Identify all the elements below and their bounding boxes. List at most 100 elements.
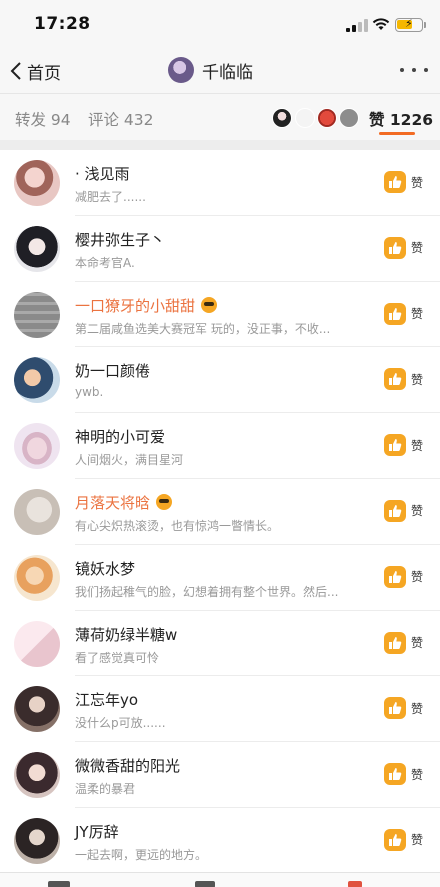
thumbs-up-icon	[384, 499, 406, 522]
thumbs-up-icon	[384, 565, 406, 588]
user-bio: 看了感觉真可怜	[75, 650, 160, 665]
status-bar: 17:28 ⚡	[0, 0, 440, 48]
like-button[interactable]: 赞	[384, 763, 423, 786]
cellular-signal-icon	[346, 19, 368, 32]
like-button[interactable]: 赞	[384, 499, 423, 522]
like-button[interactable]: 赞	[384, 828, 424, 851]
user-bio: 没什么p可放......	[75, 716, 166, 731]
user-avatar[interactable]	[14, 752, 60, 799]
vip-badge-icon	[156, 494, 173, 511]
vip-badge-icon	[201, 297, 218, 314]
user-name-text: 樱井弥生子丶	[75, 230, 166, 249]
thumbs-up-icon	[384, 368, 406, 391]
user-name-text: 神明的小可爱	[75, 428, 166, 447]
thumbs-up-icon	[384, 828, 406, 851]
user-bio: 第二届咸鱼选美大赛冠军 玩的，没正事，不收...	[75, 321, 331, 336]
tab-comment[interactable]: 评论 432	[88, 108, 154, 130]
user-bio: 我们扬起稚气的脸，幻想着拥有整个世界。然后...	[75, 584, 339, 599]
post-author[interactable]: 千临临	[168, 57, 253, 83]
like-label: 赞	[411, 833, 424, 848]
like-label: 赞	[411, 307, 424, 322]
user-row[interactable]: 微微香甜的阳光 温柔的暴君 赞	[0, 742, 440, 808]
user-row[interactable]: 镜妖水梦 我们扬起稚气的脸，幻想着拥有整个世界。然后... 赞	[0, 544, 440, 611]
like-button[interactable]: 赞	[384, 565, 424, 588]
user-row[interactable]: 奶一口颜倦 ywb. 赞	[0, 347, 440, 414]
wifi-icon	[372, 18, 390, 30]
repost-icon[interactable]	[48, 881, 70, 887]
more-options-button[interactable]	[400, 60, 428, 80]
like-button[interactable]: 赞	[384, 236, 423, 259]
like-icon[interactable]	[348, 881, 362, 887]
like-button[interactable]: 赞	[384, 631, 424, 654]
user-name-text: 月落天将晗	[75, 493, 151, 512]
user-bio: 本命考官A.	[75, 255, 135, 270]
user-name[interactable]: 神明的小可爱	[75, 426, 165, 447]
user-row[interactable]: 樱井弥生子丶 本命考官A. 赞	[0, 215, 440, 282]
like-button[interactable]: 赞	[384, 171, 423, 193]
like-button[interactable]: 赞	[384, 697, 424, 720]
chevron-left-icon	[10, 62, 21, 80]
user-name[interactable]: 月落天将晗	[75, 492, 173, 513]
like-button[interactable]: 赞	[384, 368, 424, 391]
liker-avatar	[339, 108, 359, 128]
user-bio: 有心尖炽热滚烫，也有惊鸿一瞥情长。	[75, 518, 280, 533]
user-avatar[interactable]	[14, 686, 60, 733]
liker-avatar	[272, 108, 292, 128]
user-row[interactable]: 月落天将晗 有心尖炽热滚烫，也有惊鸿一瞥情长。 赞	[0, 478, 440, 545]
user-name[interactable]: 一口獠牙的小甜甜	[75, 295, 218, 316]
user-row[interactable]: 江忘年yo 没什么p可放...... 赞	[0, 676, 440, 743]
user-name[interactable]: 樱井弥生子丶	[75, 229, 165, 250]
comment-icon[interactable]	[195, 881, 215, 887]
user-name-text: 江忘年yo	[75, 691, 139, 710]
user-name[interactable]: 镜妖水梦	[75, 558, 135, 579]
like-button[interactable]: 赞	[384, 302, 424, 325]
user-bio: ywb.	[75, 385, 104, 400]
user-row[interactable]: 一口獠牙的小甜甜 第二届咸鱼选美大赛冠军 玩的，没正事，不收... 赞	[0, 281, 440, 348]
user-avatar[interactable]	[14, 817, 60, 864]
user-row[interactable]: 薄荷奶绿半糖w 看了感觉真可怜 赞	[0, 610, 440, 677]
liker-avatar	[295, 108, 315, 128]
thumbs-up-icon	[384, 302, 406, 325]
user-name[interactable]: · 浅见雨	[75, 163, 130, 184]
user-avatar[interactable]	[14, 225, 60, 272]
like-label: 赞	[411, 570, 424, 585]
user-bio: 一起去啊，更远的地方。	[75, 847, 208, 862]
user-avatar[interactable]	[14, 423, 60, 470]
user-avatar[interactable]	[14, 357, 60, 404]
user-name[interactable]: 奶一口颜倦	[75, 360, 150, 381]
thumbs-up-icon	[384, 434, 406, 457]
like-button[interactable]: 赞	[384, 434, 423, 457]
like-label: 赞	[411, 636, 424, 651]
user-name[interactable]: 薄荷奶绿半糖w	[75, 624, 177, 645]
user-row[interactable]: · 浅见雨 减肥去了...... 赞	[0, 150, 440, 216]
navigation-bar: 首页 千临临	[0, 48, 440, 94]
tab-like[interactable]: 赞 1226	[369, 108, 433, 130]
user-row[interactable]: JY厉辞 一起去啊，更远的地方。 赞	[0, 807, 440, 874]
like-label: 赞	[411, 701, 424, 716]
bottom-action-bar	[0, 872, 440, 887]
user-avatar[interactable]	[14, 488, 60, 535]
more-dot-icon	[412, 68, 416, 72]
section-divider	[0, 140, 440, 150]
user-name-text: JY厉辞	[75, 822, 119, 841]
user-avatar[interactable]	[14, 554, 60, 601]
tab-bar: 转发 94 评论 432 赞 1226	[0, 94, 440, 140]
user-avatar[interactable]	[14, 620, 60, 667]
user-row[interactable]: 神明的小可爱 人间烟火，满目星河 赞	[0, 413, 440, 479]
user-bio: 人间烟火，满目星河	[75, 453, 184, 468]
user-avatar[interactable]	[14, 291, 60, 338]
user-avatar[interactable]	[14, 160, 60, 206]
thumbs-up-icon	[384, 236, 406, 259]
user-name[interactable]: 江忘年yo	[75, 689, 138, 710]
back-button[interactable]: 首页	[10, 58, 61, 84]
like-label: 赞	[411, 372, 424, 387]
user-name-text: · 浅见雨	[75, 165, 130, 183]
status-time: 17:28	[34, 14, 91, 34]
user-name[interactable]: JY厉辞	[75, 821, 119, 842]
user-name-text: 微微香甜的阳光	[75, 757, 181, 776]
battery-icon: ⚡	[395, 17, 423, 32]
user-name[interactable]: 微微香甜的阳光	[75, 755, 180, 776]
tab-repost[interactable]: 转发 94	[15, 108, 71, 130]
more-dot-icon	[424, 68, 428, 72]
thumbs-up-icon	[384, 697, 406, 720]
